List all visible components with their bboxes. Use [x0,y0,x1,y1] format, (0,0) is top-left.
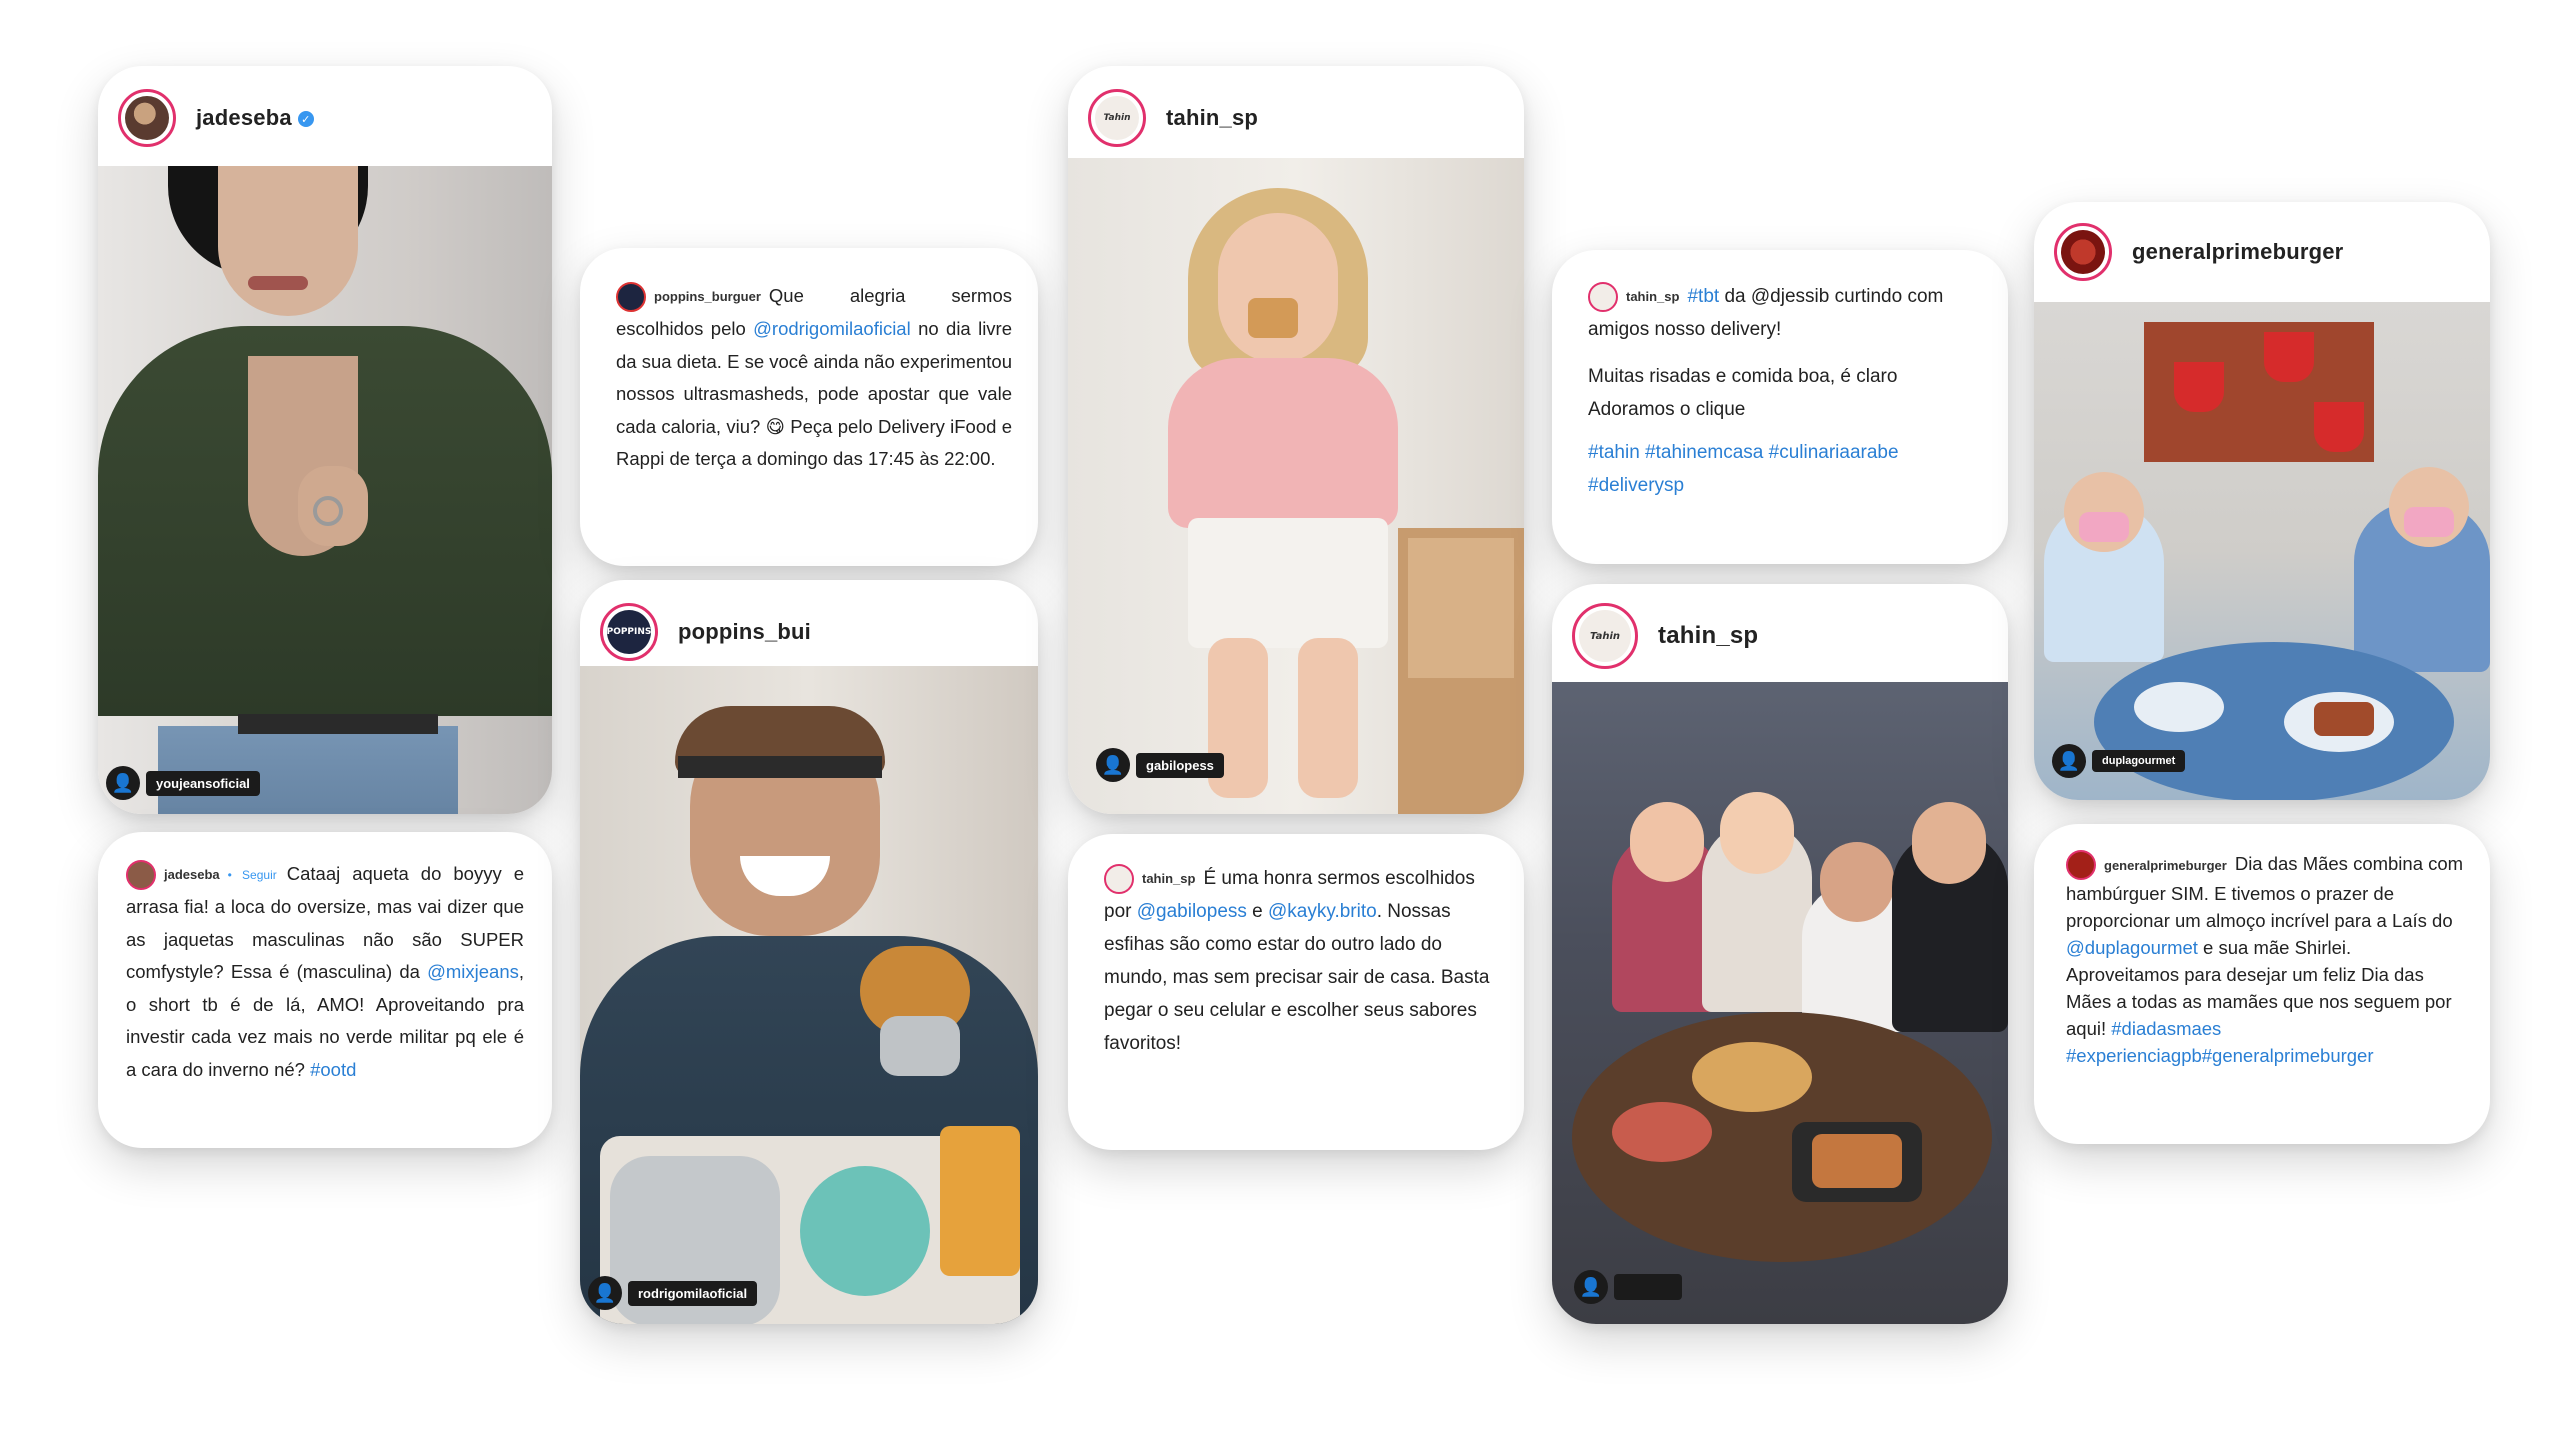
hashtag-link[interactable]: #diadasmaes #experienciagpb#generalprime… [2066,1018,2374,1066]
verified-badge-icon: ✓ [297,111,314,128]
caption-text: generalprimeburger Dia das Mães combina c… [2066,850,2466,961]
post-card-generalprimeburger[interactable]: generalprimeburger 👤 duplagourmet [2034,202,2490,800]
mention-link[interactable]: @rodrigomilaoficial [753,318,911,339]
post-card-poppins[interactable]: POPPINS poppins_bui 👤 rodrigomilaoficial [580,580,1038,1324]
caption-username[interactable]: tahin_sp [1626,289,1679,304]
mention-link[interactable]: @gabilopess [1137,901,1247,922]
mini-avatar[interactable] [1588,281,1618,312]
caption-text: tahin_sp #tbt da @djessib curtindo com am… [1588,280,1978,346]
caption-text: jadeseba • Seguir Cataaj aqueta do boyyy e… [126,858,524,1086]
caption-card-tahin-1: tahin_sp #tbt da @djessib curtindo com am… [1552,250,2008,564]
mention-link[interactable]: @kayky.brito [1268,901,1377,922]
tagged-user[interactable]: 👤 [1574,1270,1682,1304]
face-shape [218,166,358,316]
avatar-logo-text: Tahin [1589,630,1621,642]
post-header: generalprimeburger [2034,202,2490,302]
tagged-user[interactable]: 👤 gabilopess [1096,748,1224,782]
caption-paragraph: Muitas risadas e comida boa, é claro Ado… [1588,366,1898,421]
user-icon: 👤 [1096,748,1130,782]
caption-card-poppins: poppins_burguer Que alegria sermos escolh… [580,248,1038,566]
username[interactable]: poppins_bui [678,619,811,645]
username[interactable]: generalprimeburger [2132,239,2343,265]
avatar[interactable]: Tahin [1088,89,1146,147]
face-shape [1218,213,1338,363]
top-shape [1168,358,1398,528]
tagged-user[interactable]: 👤 rodrigomilaoficial [588,1276,758,1310]
mention-link[interactable]: @duplagourmet [2066,937,2198,958]
mini-avatar[interactable] [1104,863,1134,894]
hashtag-link[interactable]: #tbt [1687,286,1719,307]
avatar[interactable]: Tahin [1572,603,1638,669]
mini-avatar[interactable] [126,860,156,891]
avatar[interactable] [118,89,176,147]
username[interactable]: tahin_sp [1166,105,1258,131]
user-icon: 👤 [106,766,140,800]
post-photo[interactable]: 👤 gabilopess [1068,158,1524,814]
shorts-shape [1188,518,1388,648]
caption-username[interactable]: poppins_burguer [654,289,761,304]
username-text: jadeseba [196,105,292,130]
caption-text: poppins_burguer Que alegria sermos escolh… [616,280,1012,476]
tag-label-empty [1614,1274,1682,1300]
caption-username[interactable]: tahin_sp [1142,871,1195,886]
hashtag-list[interactable]: #tahin #tahinemcasa #culinariaarabe #del… [1588,436,1978,502]
caption-username[interactable]: generalprimeburger [2104,858,2227,873]
username[interactable]: jadeseba ✓ [196,105,314,131]
avatar[interactable]: POPPINS [600,603,658,661]
post-card-tahin-2[interactable]: Tahin tahin_sp 👤 [1552,584,2008,1324]
caption-card-jadeseba: jadeseba • Seguir Cataaj aqueta do boyyy e… [98,832,552,1148]
user-icon: 👤 [1574,1270,1608,1304]
follow-link[interactable]: • Seguir [228,868,277,882]
mini-avatar[interactable] [2066,850,2096,881]
mini-avatar[interactable] [616,282,646,313]
post-header: Tahin tahin_sp [1068,66,1524,170]
post-photo[interactable]: 👤 duplagourmet [2034,302,2490,800]
tagged-user[interactable]: 👤 duplagourmet [2052,744,2186,778]
caption-text: tahin_sp É uma honra sermos escolhidos po… [1104,862,1498,1060]
avatar[interactable] [2054,223,2112,281]
tag-label: rodrigomilaoficial [628,1280,758,1306]
caption-card-generalprimeburger: generalprimeburger Dia das Mães combina c… [2034,824,2490,1144]
post-photo[interactable]: 👤 youjeansoficial [98,166,552,814]
tag-label: youjeansoficial [146,770,260,796]
avatar-logo-text: POPPINS [606,627,652,637]
post-header: Tahin tahin_sp [1552,584,2008,688]
mention-link[interactable]: @mixjeans [427,961,519,982]
user-icon: 👤 [588,1276,622,1310]
caption-username[interactable]: jadeseba [164,867,220,882]
post-card-tahin-1[interactable]: Tahin tahin_sp 👤 gabilopess [1068,66,1524,814]
tagged-user[interactable]: 👤 youjeansoficial [106,766,260,800]
avatar-logo-text: Tahin [1103,113,1131,123]
post-card-jadeseba[interactable]: jadeseba ✓ 👤 youjeansoficial [98,66,552,814]
post-photo[interactable]: 👤 rodrigomilaoficial [580,666,1038,1324]
tag-label: duplagourmet [2092,750,2186,772]
caption-paragraph: Aproveitamos para desejar um feliz Dia d… [2066,964,2452,1067]
hashtag-link[interactable]: #ootd [310,1059,356,1080]
caption-card-tahin-2: tahin_sp É uma honra sermos escolhidos po… [1068,834,1524,1150]
user-icon: 👤 [2052,744,2086,778]
username[interactable]: tahin_sp [1658,622,1758,650]
tag-label: gabilopess [1136,752,1224,778]
post-header: jadeseba ✓ [98,66,552,170]
post-photo[interactable]: 👤 [1552,682,2008,1324]
